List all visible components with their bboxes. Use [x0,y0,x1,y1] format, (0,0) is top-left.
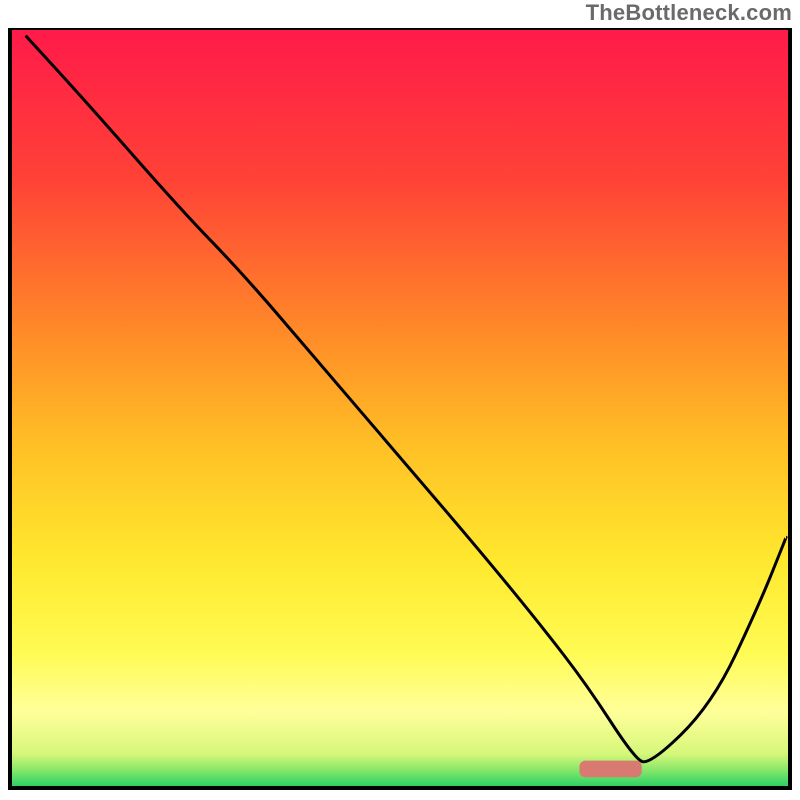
chart-svg [0,28,800,800]
attribution-text: TheBottleneck.com [586,0,792,26]
gradient-background [10,28,790,788]
chart-frame: TheBottleneck.com [0,0,800,800]
optimal-marker [579,761,641,778]
